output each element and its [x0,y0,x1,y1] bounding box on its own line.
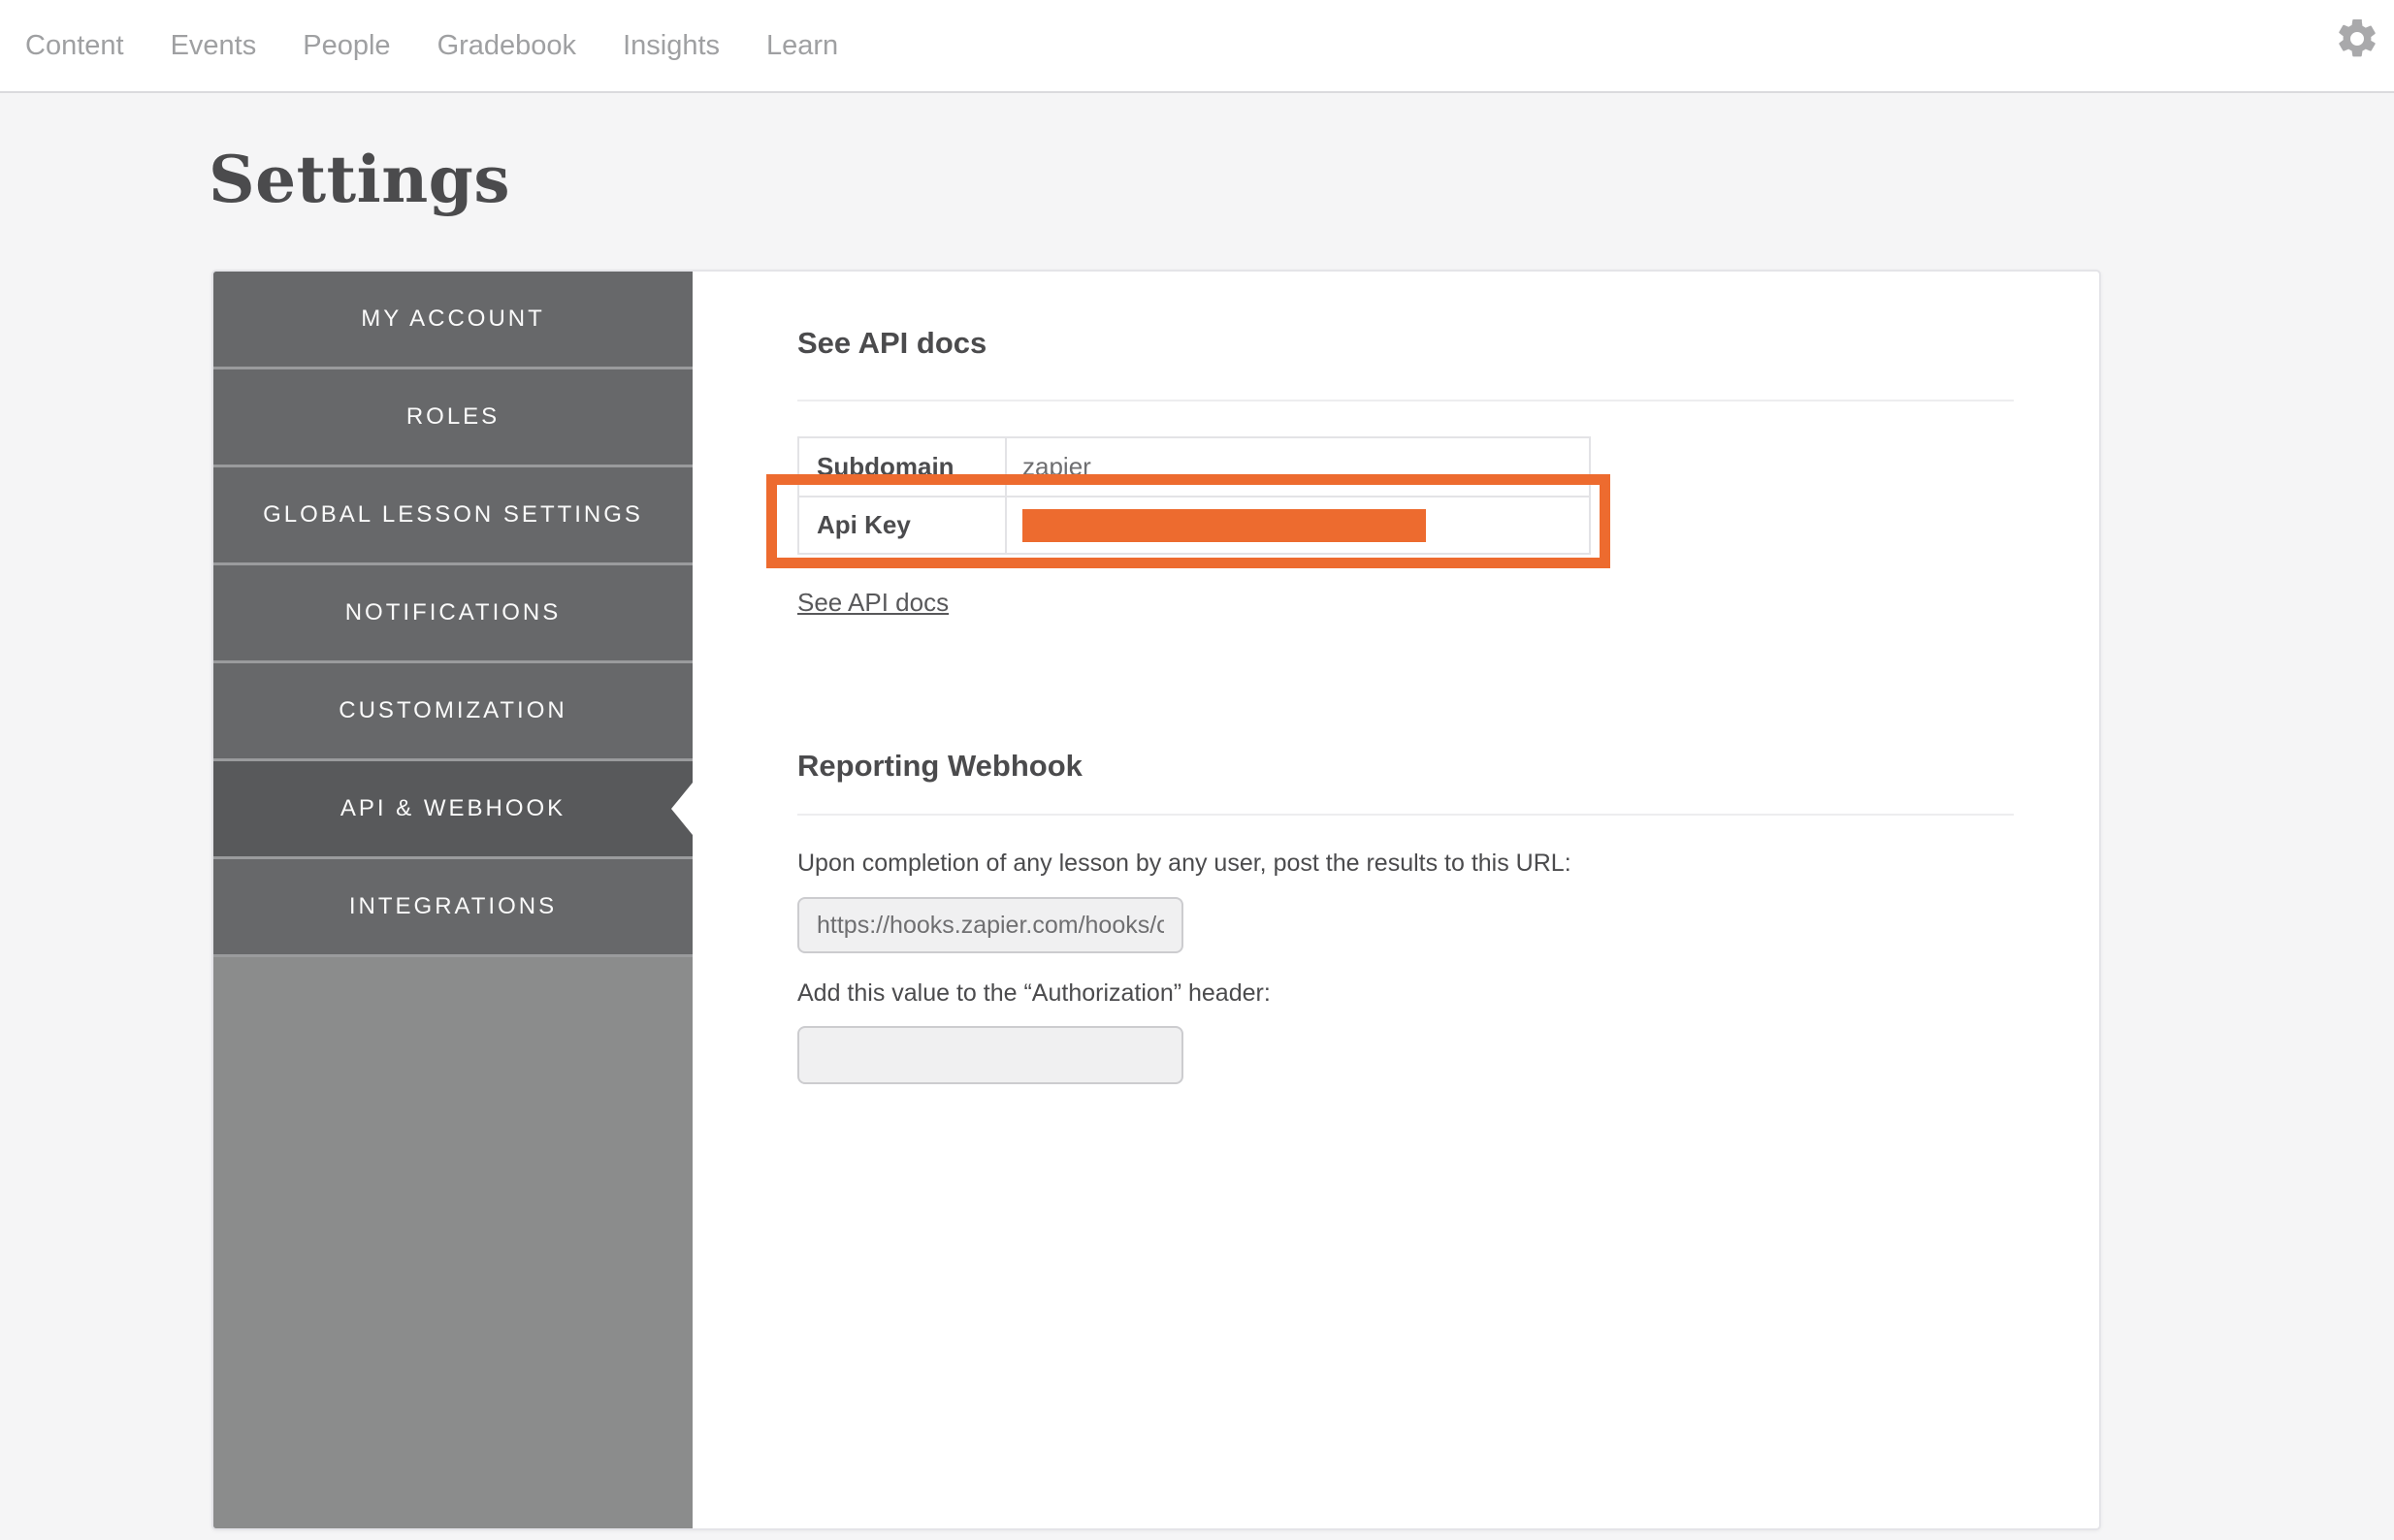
sidebar-item-api-webhook[interactable]: API & WEBHOOK [213,761,693,856]
subdomain-label: Subdomain [799,438,1007,496]
sidebar-item-label: CUSTOMIZATION [339,697,567,723]
sidebar-item-my-account[interactable]: MY ACCOUNT [213,272,693,367]
settings-sidebar: MY ACCOUNT ROLES GLOBAL LESSON SETTINGS … [213,272,693,1528]
active-item-arrow-icon [671,783,693,835]
gear-icon [2334,16,2380,67]
section-divider [797,400,2014,401]
sidebar-item-label: API & WEBHOOK [340,795,566,821]
top-navigation-bar: Content Events People Gradebook Insights… [0,0,2394,93]
sidebar-item-customization[interactable]: CUSTOMIZATION [213,663,693,758]
nav-item-content[interactable]: Content [25,30,124,62]
settings-gear-button[interactable] [2332,16,2382,66]
api-key-label: Api Key [799,497,1007,553]
sidebar-item-label: GLOBAL LESSON SETTINGS [263,501,643,528]
nav-item-events[interactable]: Events [171,30,257,62]
table-row-api-key: Api Key [799,496,1589,553]
sidebar-item-label: MY ACCOUNT [361,305,545,332]
nav-item-gradebook[interactable]: Gradebook [437,30,577,62]
api-credentials-table: Subdomain zapier Api Key [797,436,1591,555]
subdomain-value: zapier [1022,452,1091,481]
settings-card: MY ACCOUNT ROLES GLOBAL LESSON SETTINGS … [211,270,2101,1530]
api-key-redaction-bar [1022,508,1426,542]
sidebar-item-label: INTEGRATIONS [348,893,558,919]
nav-item-learn[interactable]: Learn [766,30,838,62]
section-divider [797,814,2014,816]
sidebar-item-label: ROLES [405,403,501,430]
webhook-section-title: Reporting Webhook [797,749,1083,783]
page-title: Settings [209,142,510,217]
table-row-subdomain: Subdomain zapier [799,438,1589,496]
nav-item-insights[interactable]: Insights [623,30,720,62]
see-api-docs-link[interactable]: See API docs [797,588,949,618]
api-key-value [1007,497,1589,553]
nav-item-people[interactable]: People [303,30,390,62]
sidebar-item-global-lesson-settings[interactable]: GLOBAL LESSON SETTINGS [213,467,693,562]
sidebar-item-integrations[interactable]: INTEGRATIONS [213,859,693,954]
webhook-url-label: Upon completion of any lesson by any use… [797,850,1571,877]
sidebar-filler [213,957,693,1528]
webhook-url-input[interactable] [797,897,1183,953]
sidebar-item-label: NOTIFICATIONS [344,599,562,626]
sidebar-item-notifications[interactable]: NOTIFICATIONS [213,565,693,660]
api-section-title: See API docs [797,326,987,360]
authorization-header-label: Add this value to the “Authorization” he… [797,979,1271,1007]
sidebar-item-roles[interactable]: ROLES [213,369,693,465]
authorization-header-input[interactable] [797,1026,1183,1084]
